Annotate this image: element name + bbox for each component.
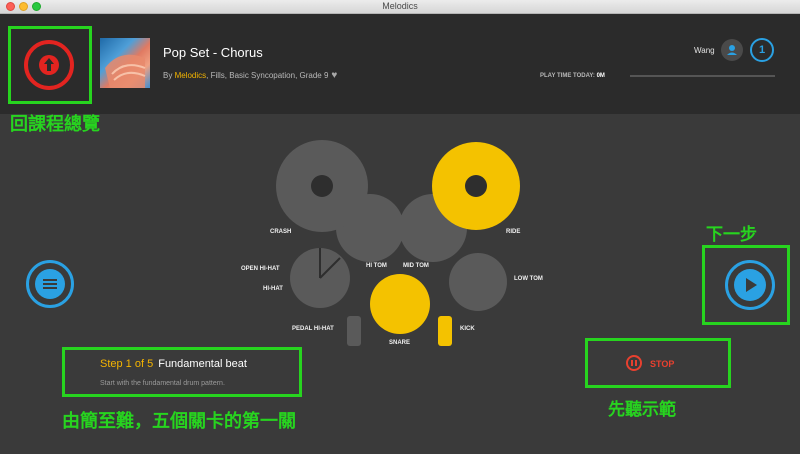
pedal-hi-hat-label: PEDAL HI-HAT bbox=[292, 326, 334, 332]
meta-tags: , Fills, Basic Syncopation, Grade 9 bbox=[206, 71, 329, 80]
user-icon[interactable] bbox=[721, 39, 743, 61]
annotation-stop: 先聽示範 bbox=[608, 400, 676, 420]
window-titlebar: Melodics bbox=[0, 0, 800, 14]
step-description: Start with the fundamental drum pattern. bbox=[100, 380, 225, 387]
song-title: Pop Set - Chorus bbox=[163, 45, 263, 60]
hi-tom-label: HI TOM bbox=[366, 263, 387, 269]
kick-pad bbox=[438, 316, 452, 346]
step-title: Step 1 of 5 Fundamental beat bbox=[100, 358, 247, 370]
snare-pad bbox=[370, 274, 430, 334]
ride-label: RIDE bbox=[506, 229, 521, 235]
playtime-readout: PLAY TIME TODAY: 0M bbox=[540, 73, 605, 79]
annotation-step: 由簡至難，五個關卡的第一關 bbox=[62, 411, 296, 432]
arrow-up-icon bbox=[39, 55, 59, 75]
step-count: Step 1 of 5 bbox=[100, 358, 154, 370]
crash-label: CRASH bbox=[270, 229, 292, 235]
snare-label: SNARE bbox=[389, 340, 411, 346]
playtime-label: PLAY TIME TODAY: bbox=[540, 73, 595, 79]
stop-button[interactable]: STOP bbox=[650, 359, 674, 369]
back-to-course-button[interactable] bbox=[24, 40, 74, 90]
song-cover-image bbox=[100, 38, 150, 88]
drum-kit: CRASH RIDE OPEN HI-HAT HI-HAT HI TOM MID… bbox=[220, 130, 570, 360]
next-step-button[interactable] bbox=[725, 260, 775, 310]
low-tom-label: LOW TOM bbox=[514, 276, 543, 282]
pause-icon[interactable] bbox=[626, 355, 642, 371]
hi-hat-label: HI-HAT bbox=[263, 286, 283, 292]
heart-icon[interactable]: ♥ bbox=[331, 70, 337, 81]
username: Wang bbox=[694, 46, 715, 55]
step-name: Fundamental beat bbox=[158, 358, 247, 370]
menu-lines-icon bbox=[35, 269, 65, 299]
meta-prefix: By bbox=[163, 71, 175, 80]
song-meta: By Melodics, Fills, Basic Syncopation, G… bbox=[163, 70, 337, 81]
play-icon bbox=[734, 269, 766, 301]
step-panel-highlight bbox=[62, 347, 302, 397]
mid-tom-label: MID TOM bbox=[403, 263, 429, 269]
playtime-progress-bar bbox=[630, 75, 775, 77]
kick-label: KICK bbox=[460, 326, 475, 332]
level-badge[interactable]: 1 bbox=[750, 38, 774, 62]
pedal-hi-hat-pad bbox=[347, 316, 361, 346]
window-title: Melodics bbox=[382, 1, 418, 11]
meta-brand-link[interactable]: Melodics bbox=[175, 71, 207, 80]
open-hi-hat-label: OPEN HI-HAT bbox=[241, 266, 280, 272]
playtime-value: 0M bbox=[596, 73, 605, 79]
annotation-back: 回課程總覽 bbox=[10, 114, 100, 135]
menu-button[interactable] bbox=[26, 260, 74, 308]
low-tom-pad bbox=[449, 253, 507, 311]
annotation-next: 下一步 bbox=[706, 225, 757, 245]
